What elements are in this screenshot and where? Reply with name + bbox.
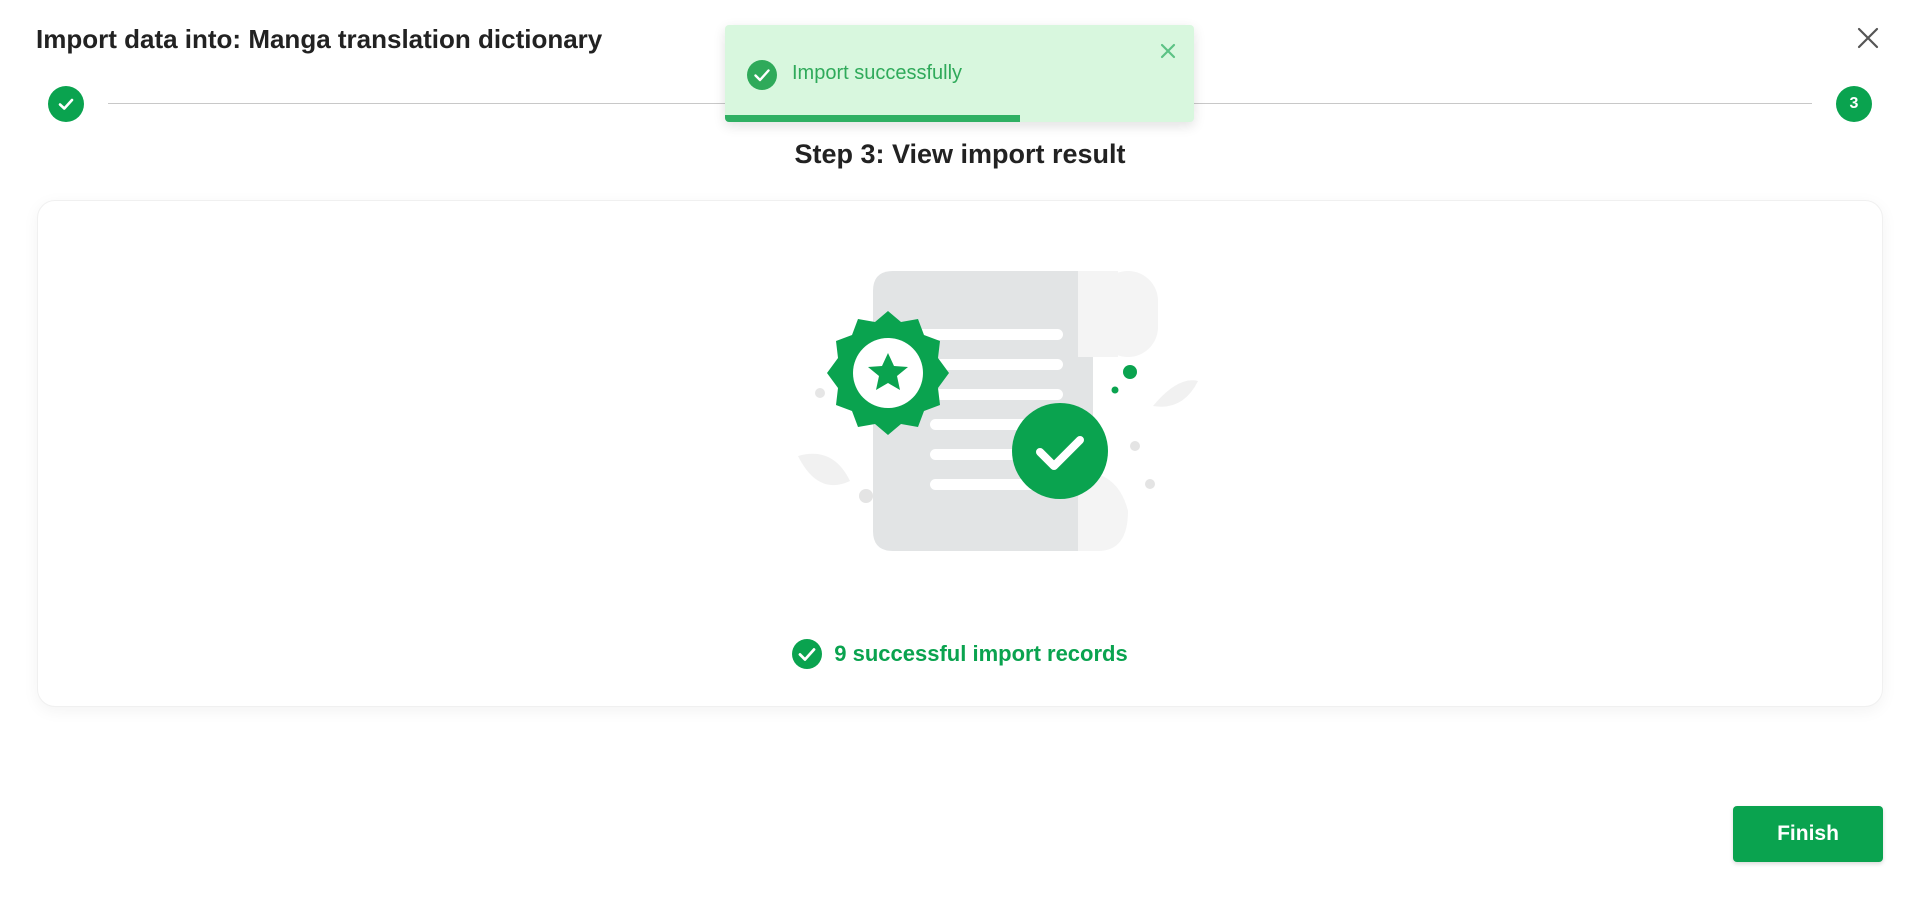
- close-button[interactable]: [1852, 22, 1884, 54]
- step-number: 3: [1849, 95, 1859, 112]
- toast-message: Import successfully: [792, 62, 963, 84]
- toast-progress-fill: [725, 115, 1021, 122]
- toast-progress-track: [725, 115, 1194, 122]
- result-summary: 9 successful import records: [38, 639, 1882, 669]
- toast-notification: Import successfully: [725, 25, 1194, 122]
- toast-close-button[interactable]: [1156, 39, 1180, 63]
- dialog-title: Import data into: Manga translation dict…: [36, 24, 603, 54]
- finish-button[interactable]: Finish: [1733, 806, 1883, 862]
- close-icon: [1857, 27, 1879, 49]
- result-card: 9 successful import records: [37, 200, 1883, 707]
- result-text: 9 successful import records: [834, 641, 1128, 666]
- step-heading: Step 3: View import result: [794, 139, 1126, 169]
- import-success-illustration: [798, 271, 1198, 551]
- check-circle-icon: [792, 639, 823, 669]
- import-dialog: Import data into: Manga translation dict…: [0, 0, 1920, 914]
- check-icon: [58, 98, 74, 110]
- step-3-current: 3: [1836, 86, 1872, 122]
- check-circle-icon: [747, 60, 777, 90]
- close-icon: [1160, 43, 1176, 59]
- step-1-complete: [48, 86, 84, 122]
